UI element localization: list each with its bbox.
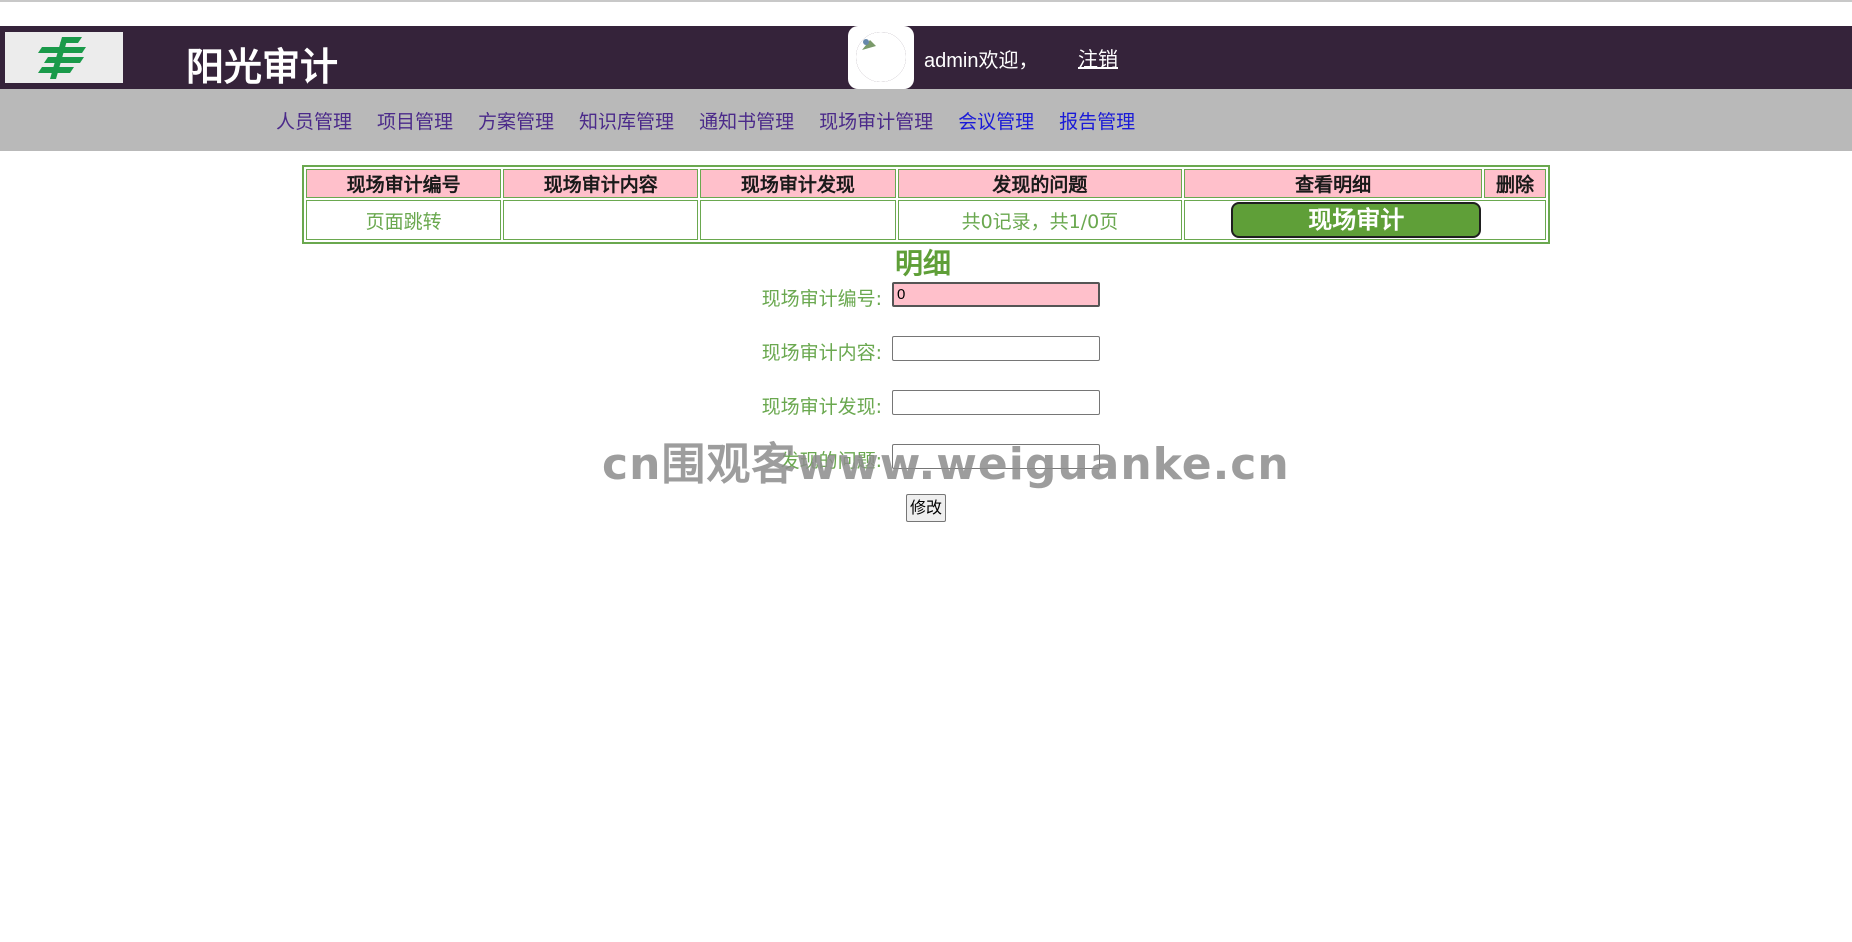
audit-findings-label: 现场审计发现: (761, 396, 882, 418)
nav-item-notices[interactable]: 通知书管理 (699, 107, 794, 134)
audit-content-input[interactable] (892, 336, 1100, 361)
column-header-view-detail: 查看明细 (1184, 169, 1483, 198)
audit-content-label: 现场审计内容: (761, 342, 882, 364)
column-header-findings: 现场审计发现 (700, 169, 896, 198)
column-header-id: 现场审计编号 (306, 169, 502, 198)
onsite-audit-button[interactable]: 现场审计 (1231, 202, 1482, 238)
nav-item-meetings[interactable]: 会议管理 (958, 107, 1034, 134)
site-title: 阳光审计 (186, 45, 339, 89)
page-jump-link[interactable]: 页面跳转 (306, 200, 502, 240)
nav-item-onsite-audit[interactable]: 现场审计管理 (819, 107, 933, 134)
column-header-issues: 发现的问题 (897, 169, 1183, 198)
column-header-content: 现场审计内容 (503, 169, 699, 198)
table-cell (503, 200, 699, 240)
top-border (0, 0, 1852, 2)
audit-findings-input[interactable] (892, 390, 1100, 415)
detail-heading: 明细 (895, 247, 952, 280)
audit-id-input[interactable] (892, 282, 1100, 307)
logout-link[interactable]: 注销 (1078, 43, 1118, 72)
form-row-audit-id: 现场审计编号: (0, 282, 1852, 312)
audit-table: 现场审计编号 现场审计内容 现场审计发现 发现的问题 查看明细 删除 页面跳转 … (302, 165, 1550, 244)
audit-id-label: 现场审计编号: (761, 288, 882, 310)
modify-button[interactable]: 修改 (906, 494, 946, 522)
header-bar: 阳光审计 admin欢迎， 注销 (0, 26, 1852, 89)
nav-item-knowledge-base[interactable]: 知识库管理 (579, 107, 674, 134)
nav-bar: 人员管理 项目管理 方案管理 知识库管理 通知书管理 现场审计管理 会议管理 报… (0, 89, 1852, 151)
pagination-info: 共0记录，共1/0页 (897, 200, 1183, 240)
china-post-logo-icon (38, 36, 86, 79)
column-header-delete: 删除 (1484, 169, 1546, 198)
avatar[interactable] (848, 26, 914, 89)
welcome-text: admin欢迎， (924, 50, 1039, 72)
watermark: cn围观客www.weiguanke.cn (602, 439, 1290, 490)
form-row-audit-content: 现场审计内容: (0, 336, 1852, 366)
avatar-image (856, 32, 906, 82)
nav-item-plans[interactable]: 方案管理 (478, 107, 554, 134)
nav-item-personnel[interactable]: 人员管理 (276, 107, 352, 134)
form-row-audit-findings: 现场审计发现: (0, 390, 1852, 420)
table-row: 页面跳转 共0记录，共1/0页 现场审计 (306, 200, 1546, 240)
table-cell: 现场审计 (1184, 200, 1546, 240)
table-header-row: 现场审计编号 现场审计内容 现场审计发现 发现的问题 查看明细 删除 (306, 169, 1546, 198)
broken-image-icon (856, 32, 906, 82)
nav-item-reports[interactable]: 报告管理 (1059, 107, 1135, 134)
logo (5, 32, 123, 83)
table-cell (700, 200, 896, 240)
nav-item-projects[interactable]: 项目管理 (377, 107, 453, 134)
